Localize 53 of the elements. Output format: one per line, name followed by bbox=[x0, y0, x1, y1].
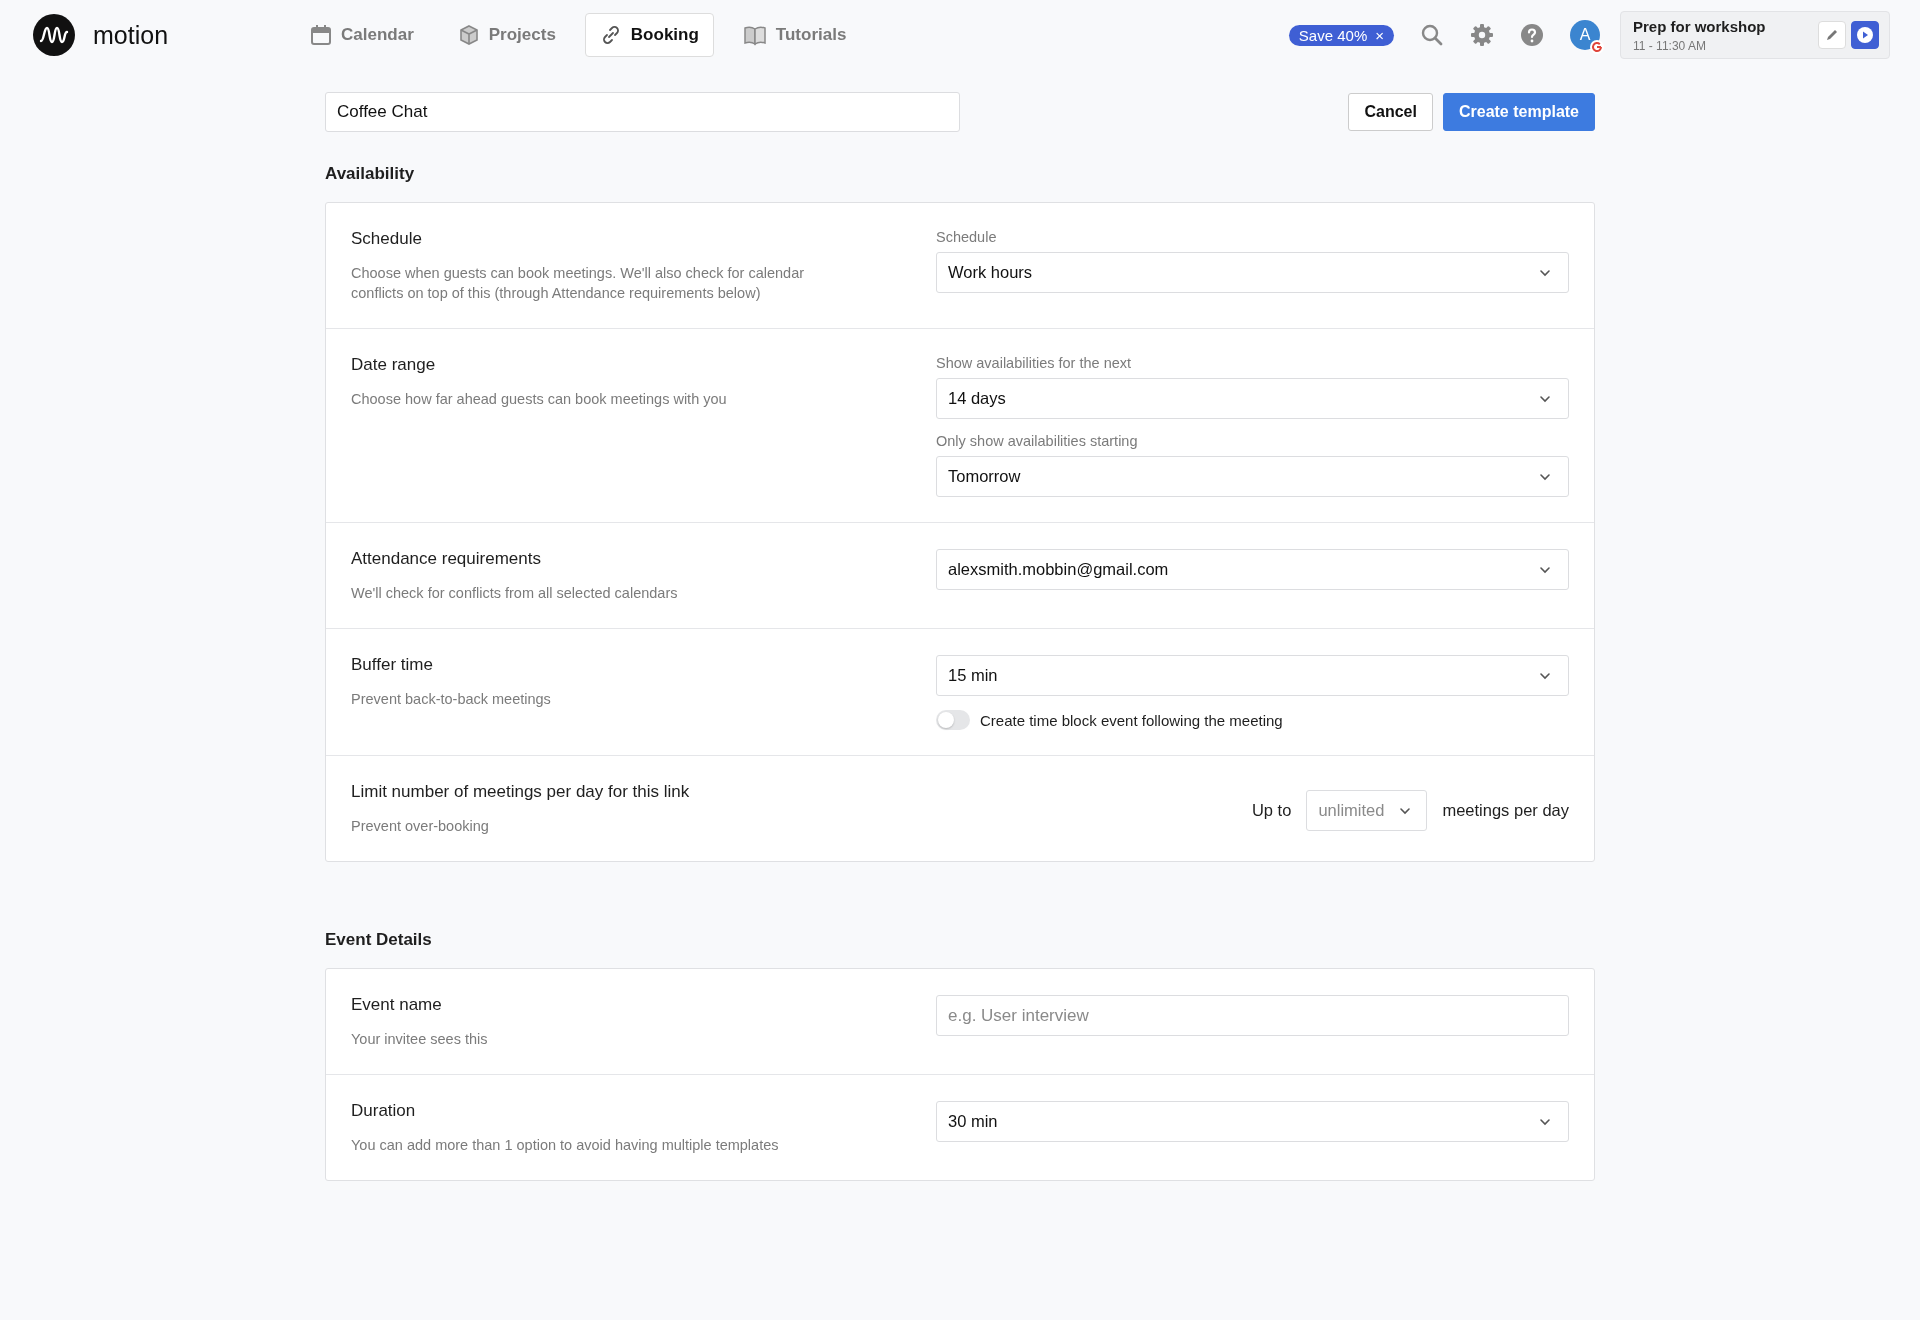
input-field[interactable]: e.g. User interview bbox=[936, 995, 1569, 1036]
dropdown[interactable]: Tomorrow bbox=[936, 456, 1569, 497]
setting-title: Limit number of meetings per day for this link bbox=[351, 782, 691, 802]
nav-tab[interactable]: Projects bbox=[442, 13, 571, 57]
edit-button[interactable] bbox=[1818, 21, 1846, 49]
suffix-label: meetings per day bbox=[1442, 801, 1569, 820]
field-label: Show availabilities for the next bbox=[936, 355, 1133, 371]
setting-title: Buffer time bbox=[351, 655, 434, 675]
help-icon[interactable] bbox=[1520, 23, 1544, 47]
setting-description: Choose how far ahead guests can book meetings with you bbox=[351, 390, 728, 409]
setting-description: Prevent back-to-back meetings bbox=[351, 690, 552, 709]
template-name-field[interactable]: Coffee Chat bbox=[325, 92, 960, 132]
create-button[interactable]: Create template bbox=[1442, 93, 1595, 131]
setting-description: Choose when guests can book meetings. We'll also check for calendar conflicts on top of this (through Attendance requirements below) bbox=[351, 264, 806, 303]
google-badge-icon bbox=[1590, 40, 1604, 54]
prefix-label: Up to bbox=[1251, 801, 1292, 820]
start-button[interactable] bbox=[1851, 21, 1879, 49]
setting-title: Date range bbox=[351, 355, 437, 375]
setting-description: You can add more than 1 option to avoid having multiple templates bbox=[351, 1136, 780, 1155]
calendar-icon bbox=[310, 24, 332, 46]
book-icon bbox=[742, 24, 767, 46]
brand-name: motion bbox=[93, 20, 169, 50]
nav-tab[interactable]: Tutorials bbox=[727, 13, 862, 57]
setting-description: Your invitee sees this bbox=[351, 1030, 489, 1049]
promo-badge[interactable]: Save 40% × bbox=[1288, 24, 1394, 46]
field-label: Only show availabilities starting bbox=[936, 433, 1139, 449]
event-time: 11 - 11:30 AM bbox=[1633, 38, 1707, 53]
toggle-label: Create time block event following the meeting bbox=[980, 711, 1283, 729]
nav-tab[interactable]: Booking bbox=[584, 13, 714, 57]
section-title: Availability bbox=[325, 164, 416, 184]
pencil-icon bbox=[1825, 28, 1839, 42]
play-icon bbox=[1856, 26, 1874, 44]
logo-icon bbox=[33, 14, 75, 56]
upcoming-event-card[interactable]: Prep for workshop 11 - 11:30 AM bbox=[1620, 11, 1890, 59]
dropdown[interactable]: 15 min bbox=[936, 655, 1569, 696]
setting-title: Schedule bbox=[351, 229, 423, 249]
toggle-switch[interactable] bbox=[936, 710, 970, 730]
setting-title: Duration bbox=[351, 1101, 417, 1121]
cancel-button[interactable]: Cancel bbox=[1348, 93, 1433, 131]
dropdown[interactable]: alexsmith.mobbin@gmail.com bbox=[936, 549, 1569, 590]
setting-description: We'll check for conflicts from all selected calendars bbox=[351, 584, 679, 603]
setting-description: Prevent over-booking bbox=[351, 817, 490, 836]
event-title: Prep for workshop bbox=[1633, 17, 1767, 35]
nav-tab[interactable]: Calendar bbox=[295, 13, 429, 57]
setting-title: Event name bbox=[351, 995, 443, 1015]
dropdown[interactable]: 30 min bbox=[936, 1101, 1569, 1142]
dropdown[interactable]: Work hours bbox=[936, 252, 1569, 293]
search-icon[interactable] bbox=[1420, 23, 1444, 47]
section-title: Event Details bbox=[325, 930, 433, 950]
setting-title: Attendance requirements bbox=[351, 549, 542, 569]
dropdown[interactable]: 14 days bbox=[936, 378, 1569, 419]
cube-icon bbox=[457, 24, 480, 46]
field-label: Schedule bbox=[936, 229, 998, 245]
